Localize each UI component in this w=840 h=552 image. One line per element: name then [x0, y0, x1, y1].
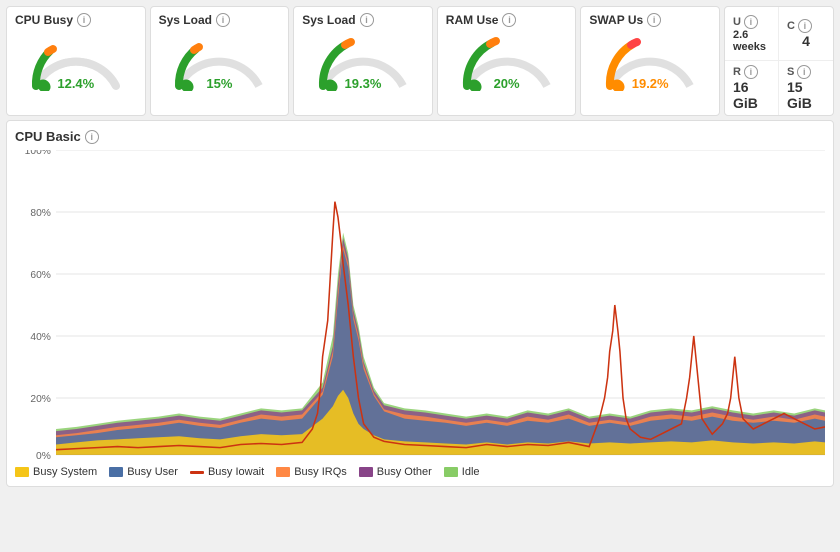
legend-busy-irqs-color — [276, 467, 290, 477]
ram-total-info-icon[interactable]: i — [744, 65, 758, 79]
svg-text:80%: 80% — [30, 208, 50, 219]
chart-legend: Busy System Busy User Busy Iowait Busy I… — [15, 466, 825, 478]
uptime-value: 2.6 weeks — [733, 29, 770, 53]
legend-busy-user: Busy User — [109, 466, 178, 478]
cpu-busy-card: CPU Busy i 12.4% — [6, 6, 146, 116]
legend-idle: Idle — [444, 466, 480, 478]
svg-text:20%: 20% — [30, 394, 50, 405]
uptime-info-icon[interactable]: i — [744, 15, 758, 29]
sys-load-1-gauge: 15% — [169, 31, 269, 91]
swap-use-card: SWAP Us i 19.2% — [580, 6, 720, 116]
legend-busy-system-label: Busy System — [33, 466, 97, 478]
legend-busy-user-color — [109, 467, 123, 477]
swap-use-value: 19.2% — [632, 76, 669, 91]
swap-total-info-icon[interactable]: i — [797, 65, 811, 79]
chart-section: CPU Basic i 100% 80% 60% 40% 20% 0% — [6, 120, 834, 487]
info-cards: U i 2.6 weeks C i 4 R i 16 GiB S i 15 Gi… — [724, 6, 834, 116]
sys-load-1-title: Sys Load i — [159, 13, 230, 27]
legend-idle-label: Idle — [462, 466, 480, 478]
cpu-basic-chart-svg: 100% 80% 60% 40% 20% 0% — [15, 150, 825, 460]
chart-container: 100% 80% 60% 40% 20% 0% — [15, 150, 825, 460]
sys-load-2-title: Sys Load i — [302, 13, 373, 27]
chart-info-icon[interactable]: i — [85, 130, 99, 144]
legend-busy-user-label: Busy User — [127, 466, 178, 478]
legend-busy-system-color — [15, 467, 29, 477]
swap-use-gauge: 19.2% — [600, 31, 700, 91]
sys-load-2-gauge: 19.3% — [313, 31, 413, 91]
ram-use-card: RAM Use i 20% — [437, 6, 577, 116]
uptime-cell: U i 2.6 weeks — [725, 7, 779, 61]
swap-use-title: SWAP Us i — [589, 13, 661, 27]
svg-text:40%: 40% — [30, 332, 50, 343]
legend-idle-color — [444, 467, 458, 477]
legend-busy-iowait: Busy Iowait — [190, 466, 264, 478]
sys-load-2-card: Sys Load i 19.3% — [293, 6, 433, 116]
cpu-busy-gauge: 12.4% — [26, 31, 126, 91]
chart-title: CPU Basic i — [15, 129, 825, 144]
cpu-count-cell: C i 4 — [779, 7, 833, 61]
sys-load-1-value: 15% — [206, 76, 232, 91]
legend-busy-irqs: Busy IRQs — [276, 466, 347, 478]
cpu-busy-info-icon[interactable]: i — [77, 13, 91, 27]
cpu-busy-value: 12.4% — [57, 76, 94, 91]
ram-total-value: 16 GiB — [733, 79, 770, 111]
cpu-count-value: 4 — [802, 33, 810, 49]
swap-total-value: 15 GiB — [787, 79, 825, 111]
ram-use-info-icon[interactable]: i — [502, 13, 516, 27]
cpu-busy-title: CPU Busy i — [15, 13, 91, 27]
svg-text:60%: 60% — [30, 270, 50, 281]
ram-use-gauge: 20% — [457, 31, 557, 91]
svg-text:100%: 100% — [25, 150, 51, 157]
top-metrics-row: CPU Busy i 12.4% Sys Load i — [0, 0, 840, 120]
cpu-count-info-icon[interactable]: i — [798, 19, 812, 33]
legend-busy-irqs-label: Busy IRQs — [294, 466, 347, 478]
swap-total-cell: S i 15 GiB — [779, 61, 833, 115]
ram-total-cell: R i 16 GiB — [725, 61, 779, 115]
sys-load-1-card: Sys Load i 15% — [150, 6, 290, 116]
ram-use-title: RAM Use i — [446, 13, 517, 27]
sys-load-2-value: 19.3% — [345, 76, 382, 91]
svg-text:0%: 0% — [36, 451, 51, 460]
legend-busy-iowait-label: Busy Iowait — [208, 466, 264, 478]
swap-use-info-icon[interactable]: i — [647, 13, 661, 27]
legend-busy-other-color — [359, 467, 373, 477]
sys-load-2-info-icon[interactable]: i — [360, 13, 374, 27]
legend-busy-other-label: Busy Other — [377, 466, 432, 478]
legend-busy-other: Busy Other — [359, 466, 432, 478]
legend-busy-iowait-color — [190, 471, 204, 474]
sys-load-1-info-icon[interactable]: i — [216, 13, 230, 27]
legend-busy-system: Busy System — [15, 466, 97, 478]
ram-use-value: 20% — [494, 76, 520, 91]
